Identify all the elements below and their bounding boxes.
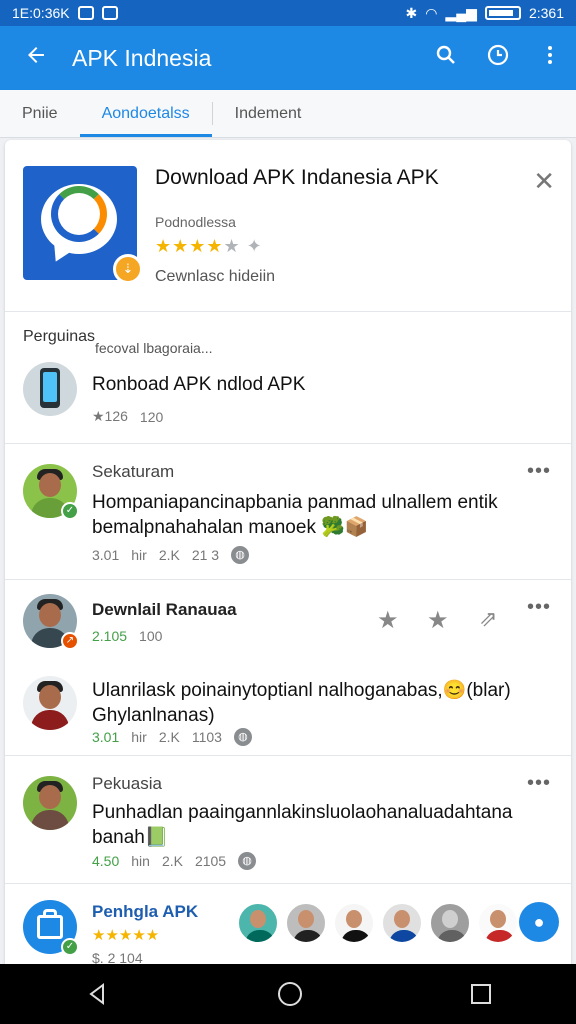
tab-indement[interactable]: Indement — [213, 90, 324, 137]
app-rating-stars: ★★★★★ ✦ — [155, 236, 263, 257]
post-meta: 3.01 hir 2.K 21 3 ◍ — [92, 546, 250, 564]
status-clock: 2:361 — [528, 5, 564, 21]
verified-badge-icon: ✓ — [61, 938, 79, 956]
star-icon[interactable]: ★ — [377, 606, 399, 635]
battery-icon — [484, 6, 521, 20]
featured-title: Ronboad APK ndlod APK — [92, 374, 306, 395]
bottom-app-stars: ★★★★★ — [92, 927, 160, 944]
more-vert-icon[interactable] — [524, 43, 576, 73]
status-bar: 1E:0:36K ✱ ◠ ▂▄▆ 2:361 — [0, 0, 576, 26]
section-heading: Perguinas — [23, 328, 96, 345]
more-options-icon[interactable]: ••• — [527, 772, 551, 795]
star-icon[interactable]: ★ — [427, 606, 449, 635]
featured-meta: ★126 120 — [92, 408, 163, 425]
nav-home-icon[interactable] — [277, 982, 302, 1006]
app-bar: APK Indnesia — [0, 26, 576, 90]
people-fab-icon[interactable]: ● — [519, 902, 559, 942]
user-avatars-group — [237, 902, 519, 944]
post-meta-d: 21 3 — [191, 547, 220, 563]
post-meta-d: 1103 — [191, 729, 222, 745]
post-meta-a: 3.01 — [92, 547, 120, 563]
post-meta-c: 2.K — [161, 853, 183, 869]
avatar — [429, 902, 471, 944]
bottom-app-title: Penhgla APK — [92, 902, 199, 921]
post-meta: 4.50 hin 2.K 2105 ◍ — [92, 852, 257, 870]
post-rating-meta: 2.105 100 — [92, 628, 162, 644]
post-meta-a: 4.50 — [92, 853, 120, 869]
notification-icon — [77, 6, 94, 20]
wifi-icon: ◠ — [425, 4, 438, 21]
post-author: Pekuasia — [92, 774, 162, 793]
post-meta-b: hir — [131, 547, 147, 563]
post-count: 100 — [139, 628, 163, 644]
app-logo-icon: ⇣ — [23, 166, 143, 284]
bluetooth-icon: ✱ — [405, 4, 418, 21]
post-meta: 3.01 hir 2.K 1103 ◍ — [92, 728, 252, 746]
post-meta-a: 3.01 — [92, 729, 120, 745]
globe-icon: ◍ — [233, 728, 252, 746]
app-developer: Podnodlessa — [155, 214, 236, 230]
app-info-panel[interactable]: ⇣ Download APK Indanesia APK Podnodlessa… — [5, 140, 571, 312]
avatar — [23, 776, 77, 830]
avatar — [477, 902, 519, 944]
nav-recents-icon[interactable] — [471, 984, 492, 1004]
content-card: ⇣ Download APK Indanesia APK Podnodlessa… — [5, 140, 571, 970]
post-meta-b: hin — [131, 853, 150, 869]
stars-filled: ★★★★ — [155, 236, 224, 256]
close-icon[interactable]: ✕ — [533, 166, 555, 197]
tab-downloads[interactable]: Aondoetalss — [79, 90, 212, 137]
app-downloads: Cewnlasc hideiin — [155, 268, 276, 285]
list-item-featured[interactable]: Ronboad APK ndlod APK ★126 120 — [5, 352, 571, 444]
avatar — [23, 676, 77, 730]
message-icon — [101, 6, 118, 20]
bottom-app-row[interactable]: ✓ Penhgla APK ★★★★★ $. 2 104 ● — [5, 888, 571, 970]
share-icon[interactable]: ⇗ — [479, 606, 497, 632]
share-badge-icon: ↗ — [61, 632, 79, 650]
more-options-icon[interactable]: ••• — [527, 596, 551, 619]
avatar — [381, 902, 423, 944]
avatar — [237, 902, 279, 944]
post-meta-c: 2.K — [158, 547, 180, 563]
status-time: 1E:0:36K — [12, 5, 70, 21]
featured-rating: ★126 — [92, 408, 128, 424]
tab-bar: Pniie Aondoetalss Indement — [0, 90, 576, 138]
tab-home[interactable]: Pniie — [0, 90, 80, 137]
featured-count: 120 — [139, 408, 164, 425]
signal-icon: ▂▄▆ — [445, 4, 477, 21]
post-item[interactable]: Pekuasia ••• Punhadlan paaingannlakinslu… — [5, 756, 571, 884]
post-text: Ulanrilask poinainytoptianl nalhoganabas… — [92, 680, 511, 726]
download-badge-icon: ⇣ — [113, 254, 143, 284]
post-meta-d: 2105 — [194, 853, 227, 869]
post-meta-b: hir — [131, 729, 147, 745]
post-rating: 2.105 — [92, 628, 128, 644]
search-icon[interactable] — [420, 43, 472, 73]
globe-icon: ◍ — [238, 852, 257, 870]
post-text: Hompaniapancinapbania panmad ulnallem en… — [92, 492, 498, 538]
nav-back-icon[interactable] — [85, 982, 109, 1006]
post-author: Sekaturam — [92, 462, 175, 481]
post-author: Dewnlail Ranauaa — [92, 600, 237, 619]
app-title: Download APK Indanesia APK — [155, 166, 439, 189]
post-item[interactable]: ✓ Sekaturam ••• Hompaniapancinapbania pa… — [5, 444, 571, 580]
post-item[interactable]: ↗ Dewnlail Ranauaa 2.105 100 ★ ★ ⇗ ••• U… — [5, 580, 571, 756]
back-arrow-icon[interactable] — [0, 42, 72, 74]
app-bar-title: APK Indnesia — [72, 44, 212, 71]
stars-empty: ★ ✦ — [223, 236, 263, 256]
avatar — [285, 902, 327, 944]
phone-thumbnail-icon — [23, 362, 77, 416]
post-meta-c: 2.K — [158, 729, 180, 745]
avatar — [333, 902, 375, 944]
verified-badge-icon: ✓ — [61, 502, 79, 520]
more-options-icon[interactable]: ••• — [527, 460, 551, 483]
post-text: Punhadlan paaingannlakinsluolaohanaluada… — [92, 802, 513, 848]
history-icon[interactable] — [472, 43, 524, 73]
system-nav-bar — [0, 964, 576, 1024]
globe-icon: ◍ — [231, 546, 250, 564]
